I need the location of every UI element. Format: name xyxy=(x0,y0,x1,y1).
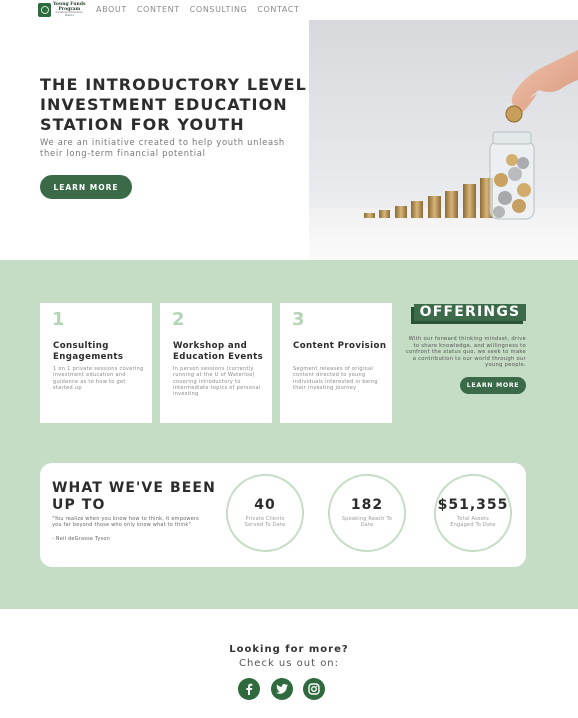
nav-links: ABOUT CONTENT CONSULTING CONTACT xyxy=(96,5,299,14)
hero-coins-image xyxy=(309,20,578,260)
logo[interactable]: Young Funds Program Investment Education… xyxy=(38,2,86,18)
hero-title: THE INTRODUCTORY LEVEL INVESTMENT EDUCAT… xyxy=(40,75,307,134)
hero-subtitle: We are an initiative created to help you… xyxy=(40,137,285,158)
instagram-icon[interactable] xyxy=(303,678,325,700)
coin-stacks-illustration xyxy=(364,50,578,220)
stat-value: $51,355 xyxy=(437,497,509,513)
stat-value: 40 xyxy=(254,497,276,513)
offering-card-workshops[interactable]: 2 Workshop and Education Events In perso… xyxy=(160,303,272,423)
nav-link-content[interactable]: CONTENT xyxy=(137,5,180,14)
footer-subheading: Check us out on: xyxy=(238,658,340,669)
nav-link-about[interactable]: ABOUT xyxy=(96,5,127,14)
card-title: Workshop and Education Events xyxy=(173,341,264,362)
footer-heading: Looking for more? xyxy=(229,644,349,655)
offering-card-consulting[interactable]: 1 Consulting Engagements 1 on 1 private … xyxy=(40,303,152,423)
offering-card-content[interactable]: 3 Content Provision Segment releases of … xyxy=(280,303,392,423)
logo-icon xyxy=(38,3,51,17)
offerings-description: With our forward thinking mindset, drive… xyxy=(405,336,526,369)
twitter-icon[interactable] xyxy=(271,678,293,700)
top-nav: Young Funds Program Investment Education… xyxy=(0,0,578,20)
card-number: 3 xyxy=(292,309,305,330)
logo-line-3: Investment Education Station xyxy=(55,11,83,17)
stats-title: WHAT WE'VE BEEN UP TO xyxy=(52,480,216,513)
card-description: Segment releases of original content dir… xyxy=(293,366,378,391)
stat-label: Speaking Reach To Date xyxy=(341,516,393,529)
hero-learn-more-button[interactable]: LEARN MORE xyxy=(40,175,132,199)
nav-link-consulting[interactable]: CONSULTING xyxy=(190,5,248,14)
offerings-title: OFFERINGS xyxy=(414,304,526,321)
hero-section: THE INTRODUCTORY LEVEL INVESTMENT EDUCAT… xyxy=(0,20,578,260)
footer: Looking for more? Check us out on: xyxy=(0,609,578,718)
card-description: In person sessions (currently running at… xyxy=(173,366,261,398)
facebook-icon[interactable] xyxy=(238,678,260,700)
card-title: Content Provision xyxy=(293,341,387,351)
offerings-learn-more-button[interactable]: LEARN MORE xyxy=(460,377,526,394)
stat-speaking-reach: 182 Speaking Reach To Date xyxy=(328,474,406,552)
stat-value: 182 xyxy=(350,497,384,513)
stat-private-clients: 40 Private Clients Served To Date xyxy=(226,474,304,552)
card-title: Consulting Engagements xyxy=(53,341,124,362)
offerings-section: 1 Consulting Engagements 1 on 1 private … xyxy=(0,260,578,609)
logo-text: Young Funds Program Investment Education… xyxy=(53,2,86,17)
quote-author: - Neil deGrasse Tyson xyxy=(52,536,110,542)
stats-card: WHAT WE'VE BEEN UP TO "You realize when … xyxy=(40,463,526,567)
stat-label: Private Clients Served To Date xyxy=(244,516,286,529)
stats-quote: "You realize when you know how to think,… xyxy=(52,516,199,529)
stat-total-assets: $51,355 Total Assets Engaged To Date xyxy=(434,474,512,552)
card-number: 2 xyxy=(172,309,185,330)
stat-label: Total Assets Engaged To Date xyxy=(450,516,496,529)
card-number: 1 xyxy=(52,309,65,330)
card-description: 1 on 1 private sessions covering investm… xyxy=(53,366,144,391)
nav-link-contact[interactable]: CONTACT xyxy=(257,5,299,14)
